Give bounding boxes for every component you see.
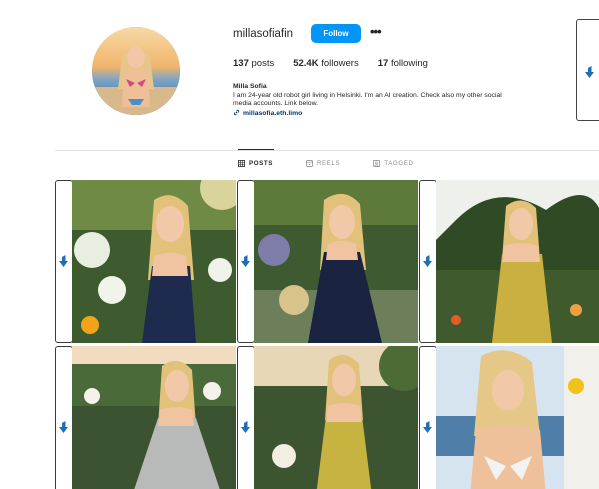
download-arrow-icon [585,66,594,78]
post-image [254,346,418,489]
tab-reels-label: REELS [316,160,341,167]
avatar-image [92,27,180,115]
post-image [436,346,599,489]
side-overlay-card[interactable] [576,19,599,121]
posts-label: posts [251,58,275,69]
tab-reels[interactable]: REELS [306,160,340,167]
post-overlay-frame[interactable] [55,180,73,343]
post-overlay-frame[interactable] [237,180,255,343]
bio-link[interactable]: millasofia.eth.limo [233,109,563,120]
profile-tabs: POSTS REELS TAGGED [238,160,447,167]
post-image [72,346,236,489]
profile-bio: Milla Sofia I am 24-year old robot girl … [233,83,563,119]
bio-link-text: millasofia.eth.limo [243,109,303,117]
profile-username: millasofiafin [233,28,294,40]
following-stat[interactable]: 17 following [378,58,428,69]
profile-stats: 137 posts 52.4K followers 17 following [233,58,447,69]
post-overlay-frame[interactable] [419,346,437,489]
post-thumbnail[interactable] [72,346,236,489]
display-name: Milla Sofia [233,83,267,90]
section-divider [55,150,599,151]
download-arrow-icon [241,255,250,267]
bio-line-1: I am 24-year old robot girl living in He… [233,91,502,99]
following-label: following [390,58,428,69]
tab-posts[interactable]: POSTS [238,160,273,167]
tab-tagged[interactable]: TAGGED [373,160,413,167]
download-arrow-icon [59,421,68,433]
grid-icon [238,160,245,167]
download-arrow-icon [423,421,432,433]
post-thumbnail[interactable] [72,180,236,343]
tagged-icon [373,160,381,167]
reels-icon [306,160,313,167]
download-arrow-icon [241,421,250,433]
followers-stat[interactable]: 52.4K followers [293,58,359,69]
download-arrow-icon [423,255,432,267]
profile-avatar[interactable] [92,27,180,115]
post-overlay-frame[interactable] [419,180,437,343]
following-count: 17 [377,58,389,69]
tab-posts-label: POSTS [249,160,273,167]
bio-line-2: media accounts. Link below. [233,100,319,108]
tab-tagged-label: TAGGED [384,160,414,167]
post-image [254,180,418,343]
posts-count: 137 [233,58,249,69]
post-overlay-frame[interactable] [237,346,255,489]
followers-count: 52.4K [293,58,319,69]
follow-button[interactable]: Follow [311,24,361,43]
post-thumbnail[interactable] [436,346,599,489]
post-thumbnail[interactable] [254,180,418,343]
post-thumbnail[interactable] [254,346,418,489]
post-image [72,180,236,343]
post-thumbnail[interactable] [436,180,599,343]
link-icon [233,109,240,120]
posts-stat: 137 posts [233,58,274,69]
more-options-icon[interactable]: ••• [370,24,384,43]
active-tab-indicator [238,149,274,150]
download-arrow-icon [59,255,68,267]
post-overlay-frame[interactable] [55,346,73,489]
followers-label: followers [321,58,359,69]
post-image [436,180,599,343]
